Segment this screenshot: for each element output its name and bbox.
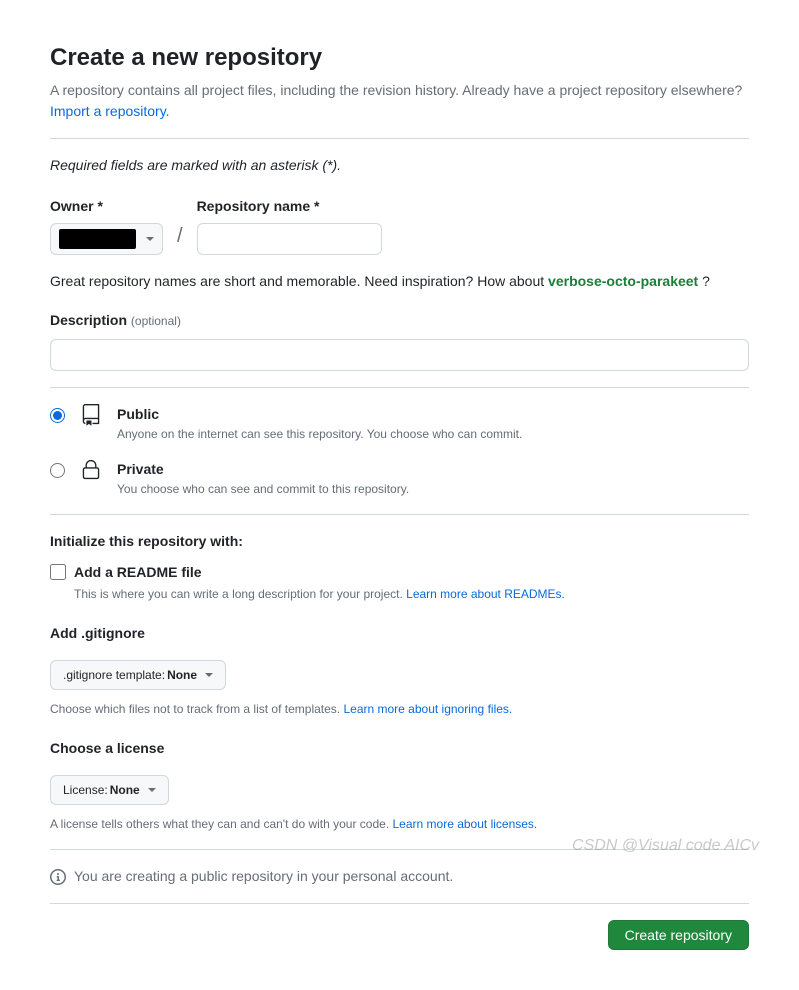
required-fields-note: Required fields are marked with an aster…: [50, 155, 749, 176]
private-title: Private: [117, 459, 409, 480]
import-repo-link[interactable]: Import a repository.: [50, 103, 170, 119]
readme-sub: This is where you can write a long descr…: [74, 585, 565, 603]
chevron-down-icon: [146, 237, 154, 241]
public-radio[interactable]: [50, 408, 65, 423]
gitignore-select[interactable]: .gitignore template: None: [50, 660, 226, 690]
divider: [50, 903, 749, 904]
owner-avatar: [59, 229, 136, 249]
path-separator: /: [171, 221, 189, 251]
public-sub: Anyone on the internet can see this repo…: [117, 425, 522, 443]
page-subtitle: A repository contains all project files,…: [50, 80, 749, 122]
repo-name-hint: Great repository names are short and mem…: [50, 271, 749, 292]
license-select[interactable]: License: None: [50, 775, 169, 805]
create-repository-button[interactable]: Create repository: [608, 920, 749, 950]
readme-checkbox[interactable]: [50, 564, 66, 580]
repo-name-label: Repository name *: [197, 196, 382, 217]
page-title: Create a new repository: [50, 40, 749, 76]
initialize-heading: Initialize this repository with:: [50, 531, 749, 552]
watermark: CSDN @Visual code AICv: [572, 834, 759, 858]
info-note: You are creating a public repository in …: [50, 866, 749, 887]
public-title: Public: [117, 404, 522, 425]
license-label: Choose a license: [50, 738, 749, 759]
name-suggestion-link[interactable]: verbose-octo-parakeet: [548, 273, 698, 289]
divider: [50, 387, 749, 388]
repo-name-input[interactable]: [197, 223, 382, 255]
divider: [50, 514, 749, 515]
license-helper: A license tells others what they can and…: [50, 815, 749, 833]
divider: [50, 849, 749, 850]
private-radio[interactable]: [50, 463, 65, 478]
repo-icon: [79, 404, 103, 426]
chevron-down-icon: [205, 673, 213, 677]
description-input[interactable]: [50, 339, 749, 371]
description-label: Description (optional): [50, 310, 749, 331]
gitignore-label: Add .gitignore: [50, 623, 749, 644]
readme-title: Add a README file: [74, 562, 565, 583]
gitignore-learn-link[interactable]: Learn more about ignoring files.: [343, 702, 512, 716]
lock-icon: [79, 459, 103, 481]
private-sub: You choose who can see and commit to thi…: [117, 480, 409, 498]
divider: [50, 138, 749, 139]
owner-select[interactable]: [50, 223, 163, 255]
gitignore-helper: Choose which files not to track from a l…: [50, 700, 749, 718]
readme-learn-link[interactable]: Learn more about READMEs.: [406, 587, 565, 601]
info-icon: [50, 869, 66, 885]
chevron-down-icon: [148, 788, 156, 792]
owner-label: Owner *: [50, 196, 163, 217]
license-learn-link[interactable]: Learn more about licenses.: [393, 817, 538, 831]
